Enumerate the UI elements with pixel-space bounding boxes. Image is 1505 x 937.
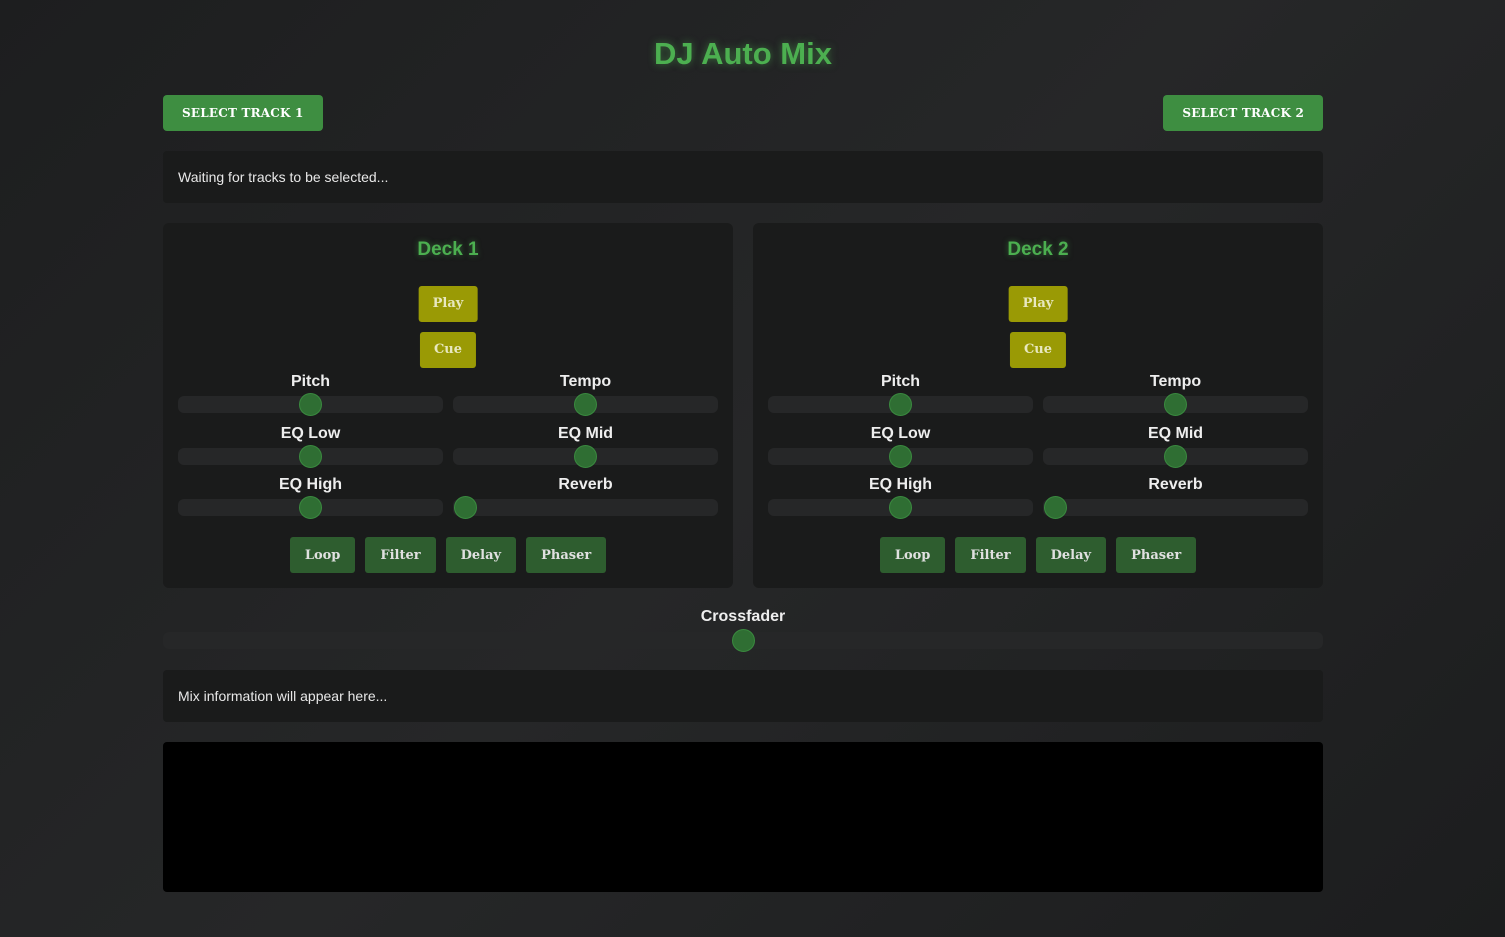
deck-1-eq-high-control: EQ High xyxy=(178,476,443,519)
eq-mid-slider[interactable] xyxy=(1043,445,1308,468)
eq-mid-slider[interactable] xyxy=(453,445,718,468)
control-label: Pitch xyxy=(880,373,921,390)
deck-title: Deck 1 xyxy=(417,239,479,260)
deck-title: Deck 2 xyxy=(1007,239,1069,260)
control-label: EQ Mid xyxy=(1147,425,1204,442)
control-label: EQ High xyxy=(278,476,343,493)
slider-thumb[interactable] xyxy=(889,445,912,468)
delay-button[interactable]: Delay xyxy=(1035,537,1107,573)
slider-thumb[interactable] xyxy=(889,393,912,416)
status-box: Waiting for tracks to be selected... xyxy=(163,151,1323,203)
deck-1-eq-mid-control: EQ Mid xyxy=(453,425,718,468)
reverb-slider[interactable] xyxy=(453,496,718,519)
loop-button[interactable]: Loop xyxy=(879,537,946,573)
control-label: Tempo xyxy=(559,373,612,390)
control-label: Tempo xyxy=(1149,373,1202,390)
reverb-slider[interactable] xyxy=(1043,496,1308,519)
deck-2-cue-button[interactable]: Cue xyxy=(1009,332,1067,368)
tempo-slider[interactable] xyxy=(453,393,718,416)
slider-thumb[interactable] xyxy=(299,496,322,519)
deck-2-tempo-control: Tempo xyxy=(1043,373,1308,416)
control-label: Pitch xyxy=(290,373,331,390)
crossfader-slider[interactable] xyxy=(163,629,1323,652)
control-label: Reverb xyxy=(1148,476,1203,493)
slider-thumb[interactable] xyxy=(299,393,322,416)
filter-button[interactable]: Filter xyxy=(955,537,1026,573)
select-track-2-button[interactable]: Select Track 2 xyxy=(1163,95,1323,131)
slider-thumb[interactable] xyxy=(453,496,477,519)
deck-1-pitch-control: Pitch xyxy=(178,373,443,416)
select-track-1-button[interactable]: Select Track 1 xyxy=(163,95,323,131)
slider-thumb[interactable] xyxy=(1043,496,1067,519)
pitch-slider[interactable] xyxy=(178,393,443,416)
loop-button[interactable]: Loop xyxy=(289,537,356,573)
control-label: EQ Low xyxy=(280,425,341,442)
eq-low-slider[interactable] xyxy=(768,445,1033,468)
deck-2-eq-high-control: EQ High xyxy=(768,476,1033,519)
tempo-slider[interactable] xyxy=(1043,393,1308,416)
deck-1-effects: Loop Filter Delay Phaser xyxy=(163,537,733,573)
deck-1-tempo-control: Tempo xyxy=(453,373,718,416)
mix-info-box: Mix information will appear here... xyxy=(163,670,1323,722)
deck-2-reverb-control: Reverb xyxy=(1043,476,1308,519)
eq-high-slider[interactable] xyxy=(178,496,443,519)
deck-2-pitch-control: Pitch xyxy=(768,373,1033,416)
pitch-slider[interactable] xyxy=(768,393,1033,416)
slider-thumb[interactable] xyxy=(731,629,755,652)
deck-1-panel: Deck 1 Play Cue Pitch Tempo EQ Low EQ Mi… xyxy=(163,223,733,588)
deck-1-cue-button[interactable]: Cue xyxy=(419,332,477,368)
crossfader-label: Crossfader xyxy=(700,608,786,625)
waveform-visualizer xyxy=(163,742,1323,892)
phaser-button[interactable]: Phaser xyxy=(1116,537,1197,573)
slider-thumb[interactable] xyxy=(1164,445,1187,468)
deck-2-play-button[interactable]: Play xyxy=(1008,286,1068,322)
control-label: EQ Mid xyxy=(557,425,614,442)
phaser-button[interactable]: Phaser xyxy=(526,537,607,573)
slider-thumb[interactable] xyxy=(889,496,912,519)
page-title: DJ Auto Mix xyxy=(654,36,832,71)
slider-thumb[interactable] xyxy=(574,393,597,416)
crossfader-control: Crossfader xyxy=(163,608,1323,652)
deck-1-play-button[interactable]: Play xyxy=(418,286,478,322)
control-label: EQ Low xyxy=(870,425,931,442)
eq-high-slider[interactable] xyxy=(768,496,1033,519)
deck-1-reverb-control: Reverb xyxy=(453,476,718,519)
slider-thumb[interactable] xyxy=(299,445,322,468)
deck-1-eq-low-control: EQ Low xyxy=(178,425,443,468)
eq-low-slider[interactable] xyxy=(178,445,443,468)
slider-thumb[interactable] xyxy=(574,445,597,468)
deck-2-panel: Deck 2 Play Cue Pitch Tempo EQ Low EQ Mi… xyxy=(753,223,1323,588)
filter-button[interactable]: Filter xyxy=(365,537,436,573)
control-label: EQ High xyxy=(868,476,933,493)
deck-2-eq-mid-control: EQ Mid xyxy=(1043,425,1308,468)
deck-2-eq-low-control: EQ Low xyxy=(768,425,1033,468)
deck-2-effects: Loop Filter Delay Phaser xyxy=(753,537,1323,573)
delay-button[interactable]: Delay xyxy=(445,537,517,573)
slider-thumb[interactable] xyxy=(1164,393,1187,416)
control-label: Reverb xyxy=(558,476,613,493)
